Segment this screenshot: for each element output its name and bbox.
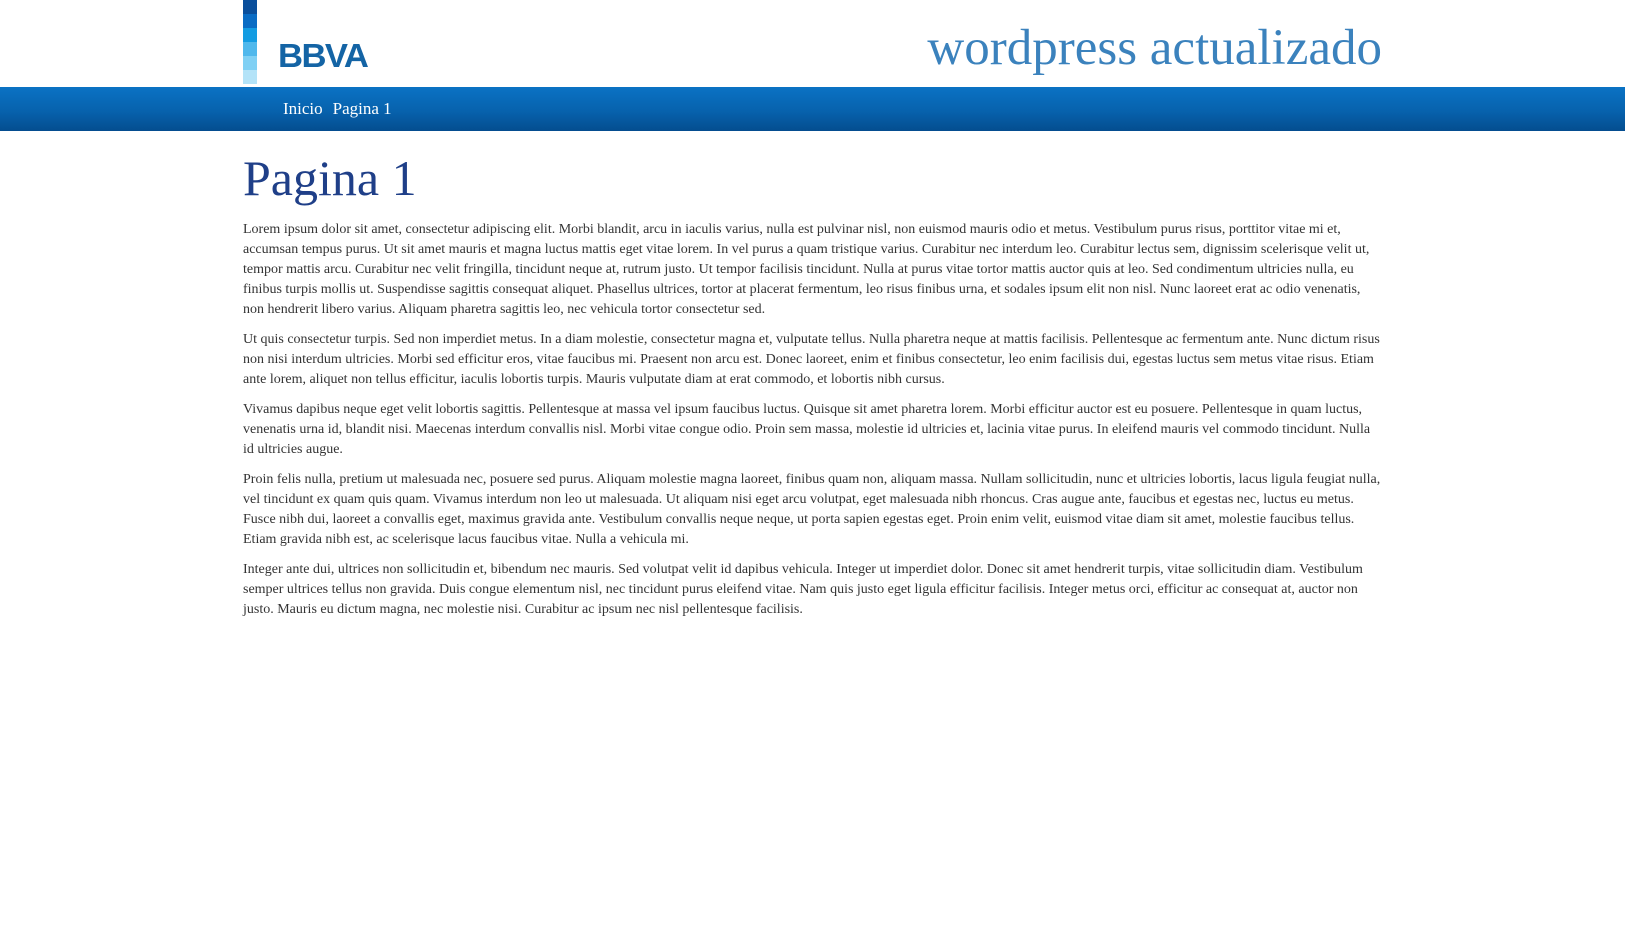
page-title: Pagina 1: [243, 150, 417, 206]
main-navigation: Inicio Pagina 1: [0, 87, 1625, 131]
logo-text: BBVA: [278, 37, 369, 74]
logo-stripe: [243, 28, 257, 42]
content-paragraph: Ut quis consectetur turpis. Sed non impe…: [243, 331, 1380, 387]
nav-item-inicio[interactable]: Inicio: [283, 99, 323, 119]
content-paragraph: Vivamus dapibus neque eget velit loborti…: [243, 401, 1371, 457]
nav-menu: Inicio Pagina 1: [283, 87, 402, 131]
content-paragraph: Integer ante dui, ultrices non sollicitu…: [243, 561, 1363, 617]
logo-stripe: [243, 0, 257, 14]
site-title[interactable]: wordpress actualizado: [927, 20, 1382, 76]
content-paragraph: Proin felis nulla, pretium ut malesuada …: [243, 471, 1381, 547]
nav-item-pagina-1[interactable]: Pagina 1: [333, 99, 392, 119]
bbva-logo[interactable]: BBVA: [243, 0, 383, 84]
logo-stripes-icon: [243, 0, 257, 84]
content-paragraph: Lorem ipsum dolor sit amet, consectetur …: [243, 221, 1370, 317]
logo-stripe: [243, 56, 257, 70]
main-content: Pagina 1 Lorem ipsum dolor sit amet, con…: [243, 150, 1383, 630]
logo-stripe: [243, 14, 257, 28]
logo-stripe: [243, 70, 257, 84]
site-header: BBVA wordpress actualizado: [0, 0, 1625, 87]
logo-stripe: [243, 42, 257, 56]
